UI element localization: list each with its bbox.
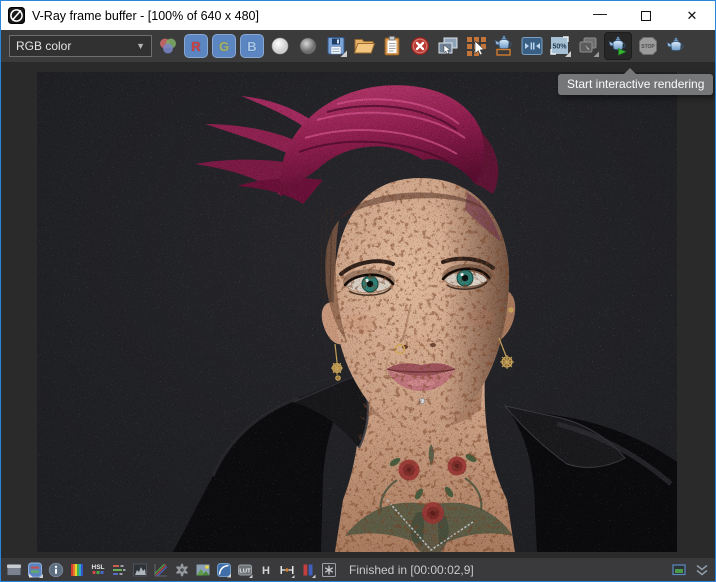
minimize-button[interactable]: —: [577, 1, 623, 30]
interactive-render-teapot-icon: [608, 36, 627, 56]
stereo-bars-icon: [303, 564, 316, 578]
blue-channel-button[interactable]: B: [240, 34, 264, 58]
vray-logo-icon: [8, 7, 25, 24]
color-corrections-button[interactable]: [26, 561, 44, 579]
stop-rendering-button[interactable]: STOP: [636, 34, 660, 58]
vray-frame-buffer-window: V-Ray frame buffer - [100% of 640 x 480]…: [0, 0, 716, 582]
status-bar: HSL LUT H Finished in [00:00:02,9]: [1, 558, 715, 581]
color-gradient-icon: [71, 563, 83, 576]
copy-to-clipboard-button[interactable]: [380, 34, 404, 58]
clear-image-button[interactable]: [408, 34, 432, 58]
load-image-button[interactable]: [352, 34, 376, 58]
chevron-down-icon: ▼: [136, 41, 145, 51]
corrections-window-icon: [6, 563, 22, 576]
stereo-button[interactable]: [299, 561, 317, 579]
icc-profile-button[interactable]: [278, 561, 296, 579]
alpha-channel-button[interactable]: [268, 34, 292, 58]
ocio-asterisk-icon: [322, 562, 336, 577]
white-balance-button[interactable]: [194, 561, 212, 579]
pixel-information-button[interactable]: [47, 561, 65, 579]
monochromatic-button[interactable]: [296, 34, 320, 58]
tooltip: Start interactive rendering: [558, 68, 714, 95]
grain-light: [37, 72, 677, 552]
compare-arrows-icon: [521, 37, 543, 55]
rgb-circles-icon: [160, 38, 176, 54]
frame-buffer-viewer: [1, 62, 715, 558]
save-image-button[interactable]: [324, 34, 348, 58]
channel-dropdown[interactable]: RGB color ▼: [9, 35, 152, 57]
maximize-icon: [641, 10, 651, 21]
red-channel-button[interactable]: R: [184, 34, 208, 58]
track-mouse-while-rendering-button[interactable]: [464, 34, 488, 58]
levels-histogram-icon: [133, 563, 147, 576]
title-bar: V-Ray frame buffer - [100% of 640 x 480]…: [1, 1, 715, 30]
floppy-disk-icon: [327, 37, 347, 57]
track-mouse-icon: [467, 37, 486, 56]
channel-dropdown-value: RGB color: [16, 39, 72, 53]
curves-icon: [154, 563, 168, 576]
green-channel-button[interactable]: G: [212, 34, 236, 58]
render-status-text: Finished in [00:00:02,9]: [349, 562, 474, 577]
srgb-button[interactable]: [215, 561, 233, 579]
duplicate-monitor-icon: [438, 37, 458, 55]
hsl-icon: HSL: [92, 564, 105, 574]
start-interactive-rendering-button[interactable]: [604, 32, 632, 60]
duplicate-to-host-frame-buffer-button[interactable]: [436, 34, 460, 58]
render-teapot-icon: [666, 37, 684, 51]
ocio-button[interactable]: [320, 561, 338, 579]
render-last-button[interactable]: [664, 34, 688, 58]
maximize-button[interactable]: [623, 1, 669, 30]
icc-arrows-icon: [280, 565, 295, 578]
stop-label: STOP: [641, 44, 655, 50]
test-resolution-button[interactable]: 50%: [548, 34, 572, 58]
clipboard-icon: [384, 36, 400, 56]
srgb-curve-icon: [217, 562, 231, 577]
stop-sign-icon: STOP: [639, 37, 657, 55]
exposure-button[interactable]: [173, 561, 191, 579]
rendered-image[interactable]: [37, 72, 677, 552]
test-resolution-label: 50%: [552, 43, 567, 50]
alpha-circle-icon: [271, 37, 289, 55]
window-title: V-Ray frame buffer - [100% of 640 x 480]: [32, 8, 259, 23]
history-label: H: [262, 565, 270, 577]
color-corrections-icon: [28, 562, 43, 578]
curve-correction-button[interactable]: [152, 561, 170, 579]
levels-button[interactable]: [131, 561, 149, 579]
test-resolution-50-icon: 50%: [550, 36, 571, 57]
color-balance-icon: [113, 564, 126, 575]
lut-button[interactable]: LUT: [236, 561, 254, 579]
open-folder-icon: [353, 39, 376, 54]
render-history-toggle-button[interactable]: H: [257, 561, 275, 579]
exposure-wheel-icon: [176, 563, 188, 576]
region-render-button[interactable]: [492, 34, 516, 58]
hsl-label: HSL: [92, 564, 105, 571]
hsl-correction-button[interactable]: HSL: [89, 561, 107, 579]
compare-button[interactable]: [520, 34, 544, 58]
show-corrections-control-button[interactable]: [5, 561, 23, 579]
lut-icon: LUT: [238, 564, 253, 578]
host-frame-buffer-mini-icon[interactable]: [671, 562, 687, 578]
mono-circle-icon: [299, 37, 317, 55]
color-balance-button[interactable]: [110, 561, 128, 579]
rgb-channels-button[interactable]: [156, 34, 180, 58]
history-h-icon: H: [262, 565, 270, 577]
info-icon: [48, 562, 64, 577]
close-button[interactable]: ✕: [669, 1, 715, 30]
render-history-button[interactable]: [576, 34, 600, 58]
white-balance-icon: [196, 564, 210, 575]
lut-label: LUT: [239, 568, 251, 574]
red-x-icon: [411, 37, 429, 55]
expand-chevron-down-icon[interactable]: [695, 562, 709, 578]
force-color-clamping-button[interactable]: [68, 561, 86, 579]
region-render-teapot-icon: [494, 35, 512, 56]
image-stack-icon: [579, 37, 599, 57]
main-toolbar: RGB color ▼ R G B 50% STOP: [1, 30, 715, 62]
